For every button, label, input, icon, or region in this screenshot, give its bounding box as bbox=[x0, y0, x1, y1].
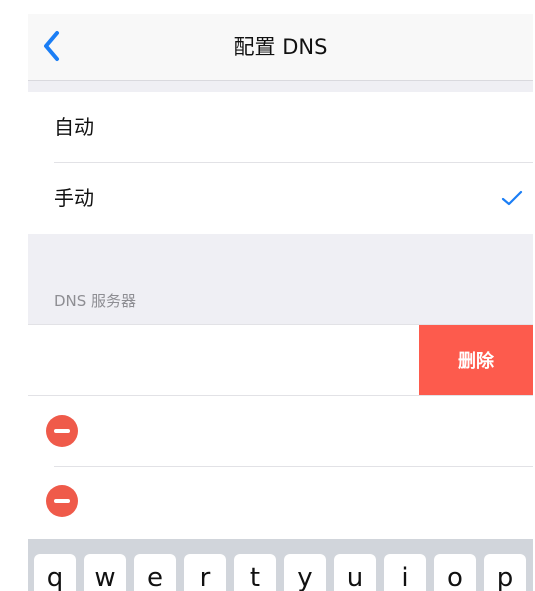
key[interactable]: y bbox=[284, 554, 326, 591]
checkmark-icon bbox=[501, 190, 523, 206]
delete-button[interactable]: 删除 bbox=[419, 325, 533, 395]
minus-circle-icon[interactable] bbox=[46, 485, 78, 517]
key[interactable]: e bbox=[134, 554, 176, 591]
dns-server-row bbox=[28, 467, 533, 537]
dns-server-row bbox=[28, 396, 533, 466]
dns-mode-option-label: 自动 bbox=[54, 115, 94, 139]
dns-server-field[interactable] bbox=[92, 412, 496, 452]
dns-mode-group: 自动 手动 bbox=[28, 92, 533, 234]
key[interactable]: q bbox=[34, 554, 76, 591]
dns-mode-option-auto[interactable]: 自动 bbox=[28, 92, 533, 162]
dns-mode-option-label: 手动 bbox=[54, 186, 94, 210]
dns-server-field[interactable] bbox=[92, 483, 496, 523]
dns-server-row-swiped[interactable]: 删除 bbox=[28, 325, 533, 395]
key[interactable]: p bbox=[484, 554, 526, 591]
key[interactable]: i bbox=[384, 554, 426, 591]
key[interactable]: u bbox=[334, 554, 376, 591]
page-title: 配置 DNS bbox=[233, 35, 328, 59]
key[interactable]: t bbox=[234, 554, 276, 591]
minus-circle-icon[interactable] bbox=[46, 415, 78, 447]
key[interactable]: r bbox=[184, 554, 226, 591]
on-screen-keyboard: q w e r t y u i o p bbox=[28, 539, 533, 591]
dns-mode-option-manual[interactable]: 手动 bbox=[28, 163, 533, 233]
key[interactable]: w bbox=[84, 554, 126, 591]
dns-servers-group: 删除 bbox=[28, 324, 533, 539]
dns-settings-screen: 配置 DNS 自动 手动 DNS 服务器 删除 q w e r t y u i … bbox=[28, 14, 533, 591]
navigation-bar: 配置 DNS bbox=[28, 14, 533, 81]
dns-servers-section-header: DNS 服务器 bbox=[54, 292, 137, 310]
key[interactable]: o bbox=[434, 554, 476, 591]
